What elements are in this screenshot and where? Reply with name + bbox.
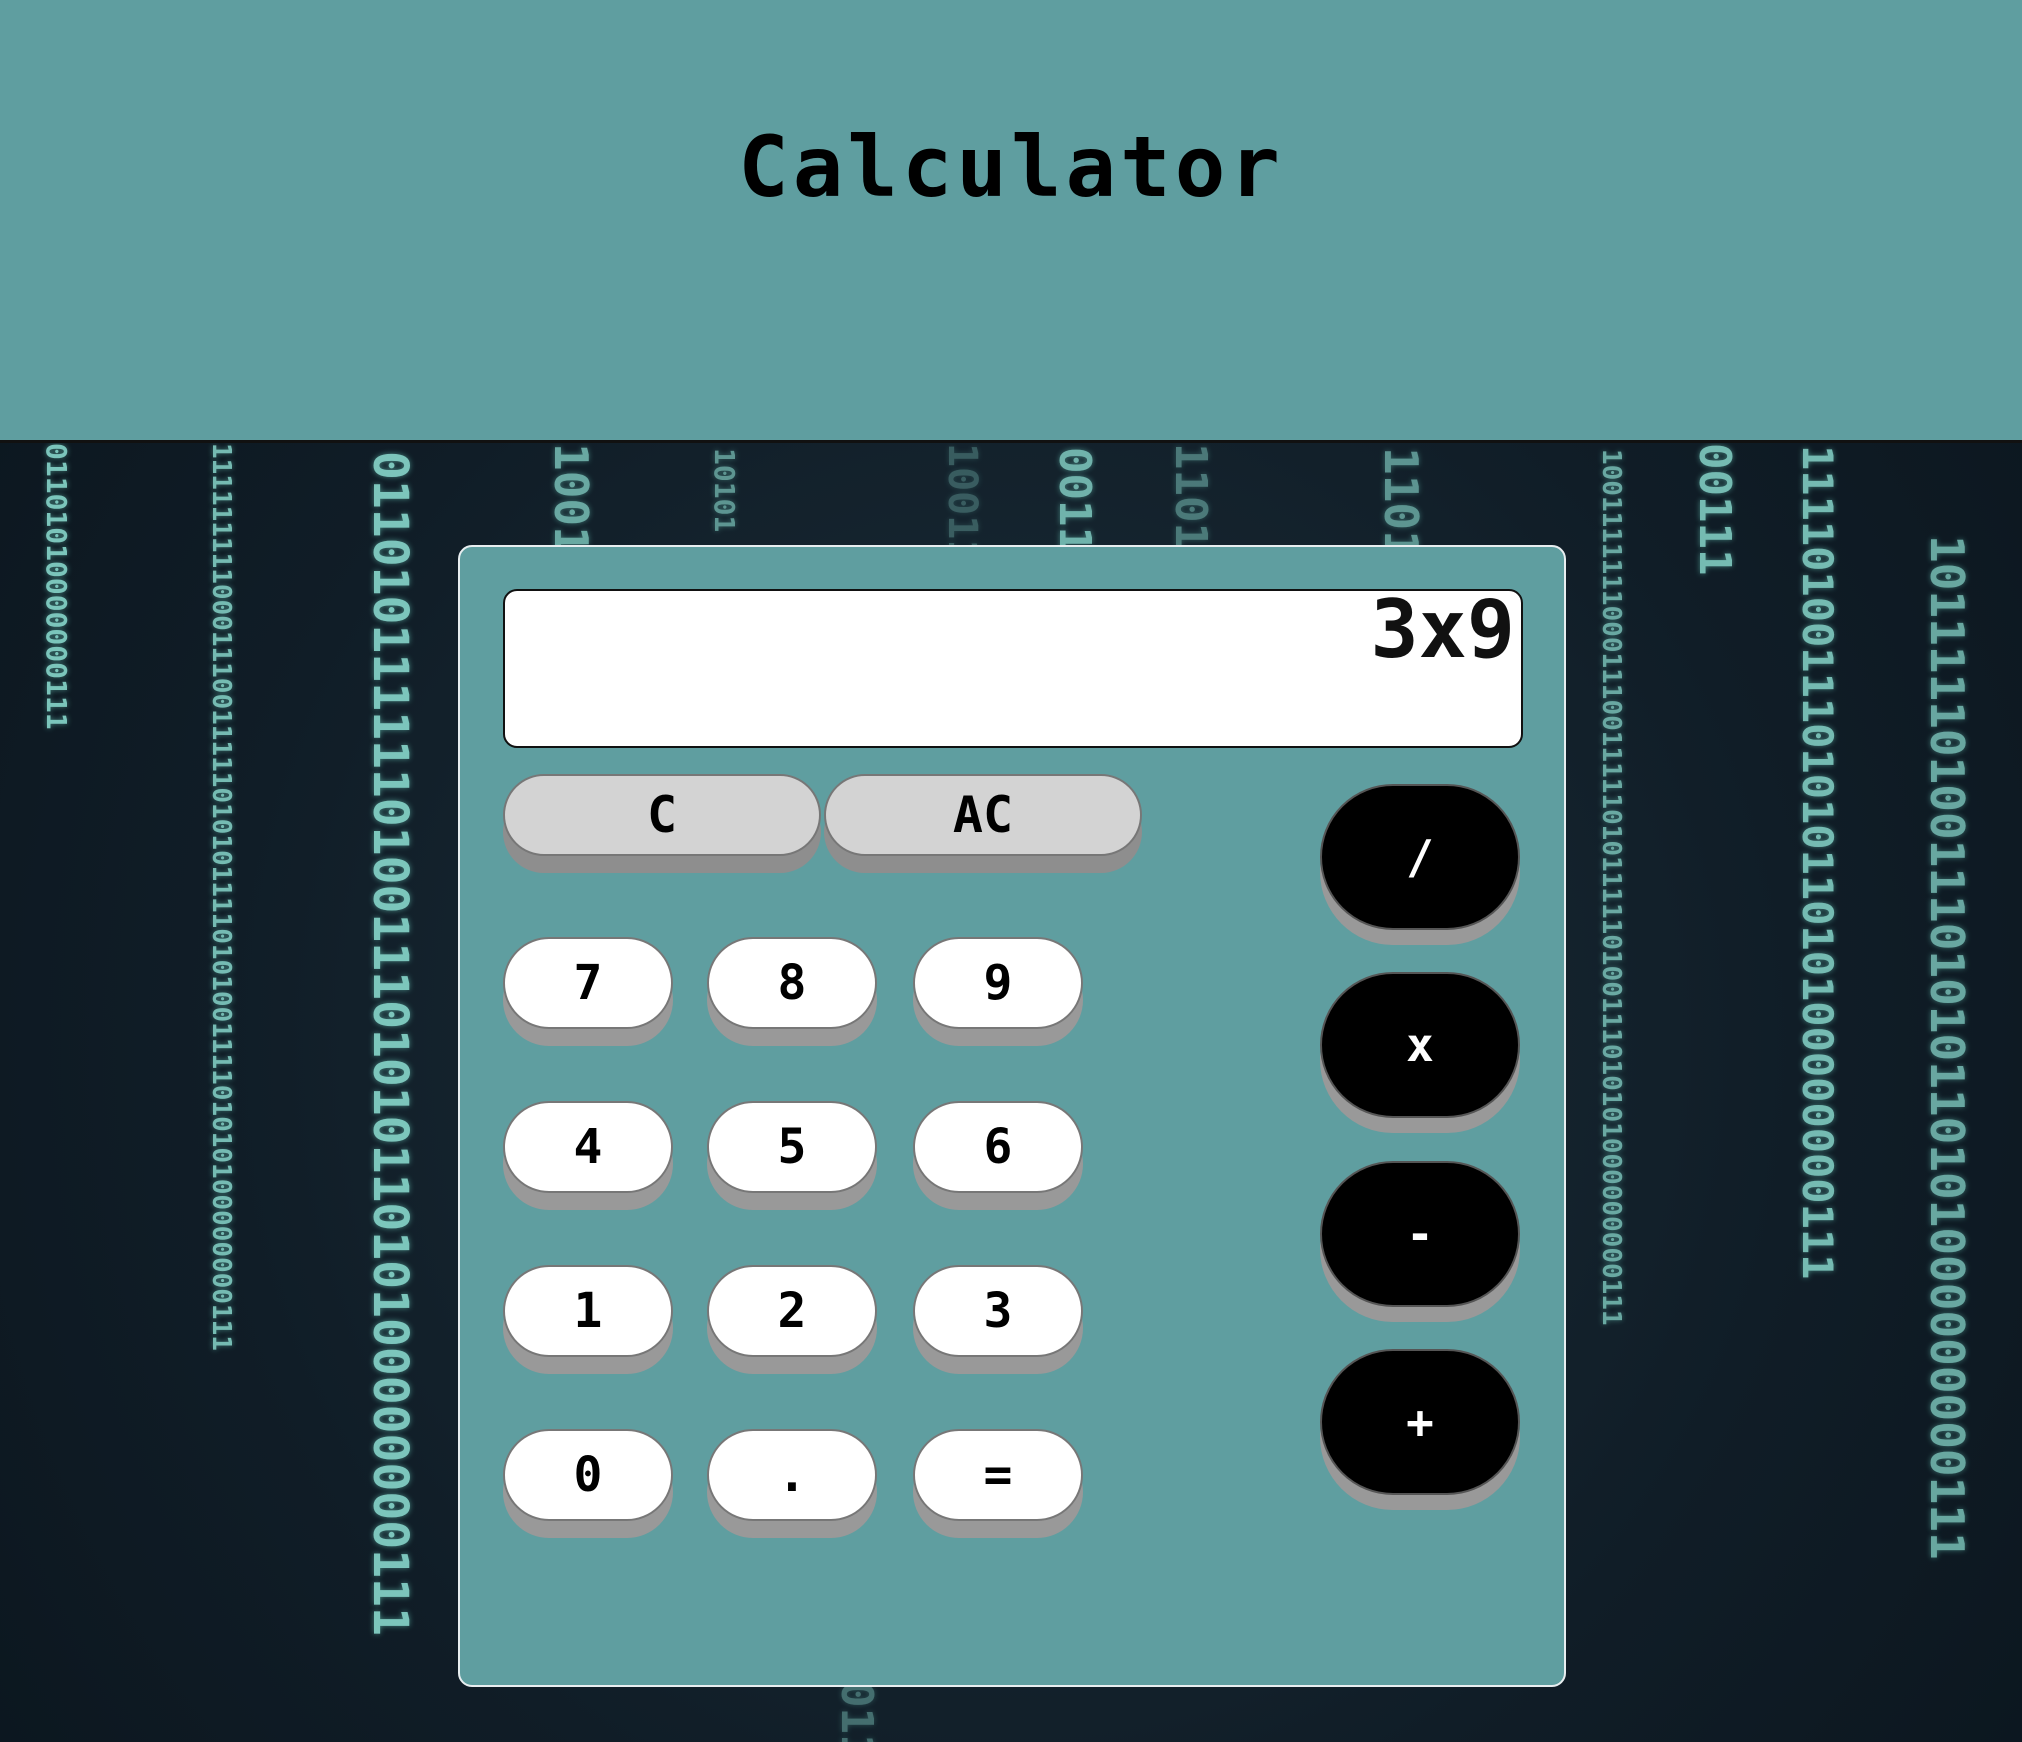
digit-3-button[interactable]: 3	[913, 1265, 1083, 1357]
binary-column: 1111111110001110011111010101111010100111…	[206, 443, 236, 1351]
page-header: Calculator	[0, 0, 2022, 443]
binary-column: 10101	[708, 448, 741, 533]
binary-column: 0111	[831, 1681, 882, 1742]
digit-6-button[interactable]: 6	[913, 1101, 1083, 1193]
binary-column: 01101010000000111	[40, 443, 73, 730]
add-button[interactable]: +	[1320, 1349, 1520, 1495]
binary-column: 1001111111000111001111101011111010011101…	[1596, 449, 1626, 1326]
multiply-button[interactable]: x	[1320, 972, 1520, 1118]
binary-column: 0110101111110100111010101101010000000011…	[362, 451, 418, 1636]
divide-button[interactable]: /	[1320, 784, 1520, 930]
binary-column: 1011111010011101010110101000000000111	[1920, 535, 1974, 1560]
digit-4-button[interactable]: 4	[503, 1101, 673, 1193]
digit-7-button[interactable]: 7	[503, 937, 673, 1029]
digit-8-button[interactable]: 8	[707, 937, 877, 1029]
digit-0-button[interactable]: 0	[503, 1429, 673, 1521]
decimal-button[interactable]: .	[707, 1429, 877, 1521]
all-clear-button[interactable]: AC	[824, 774, 1142, 856]
equals-button[interactable]: =	[913, 1429, 1083, 1521]
page-title: Calculator	[738, 118, 1284, 216]
calculator-display: 3x9	[503, 589, 1523, 748]
clear-button[interactable]: C	[503, 774, 821, 856]
calculator-panel: 3x9 C AC 7 8 9 4 5 6 1 2 3 0 . = / x - +	[458, 545, 1566, 1687]
binary-column: 1101	[1374, 447, 1428, 558]
digit-5-button[interactable]: 5	[707, 1101, 877, 1193]
binary-column: 00111	[1689, 443, 1740, 576]
digit-2-button[interactable]: 2	[707, 1265, 877, 1357]
display-value: 3x9	[1370, 589, 1516, 676]
binary-column: 1001	[544, 443, 598, 554]
digit-9-button[interactable]: 9	[913, 937, 1083, 1029]
subtract-button[interactable]: -	[1320, 1161, 1520, 1307]
digit-1-button[interactable]: 1	[503, 1265, 673, 1357]
binary-column: 111101001110101011010100000000111	[1793, 445, 1842, 1280]
